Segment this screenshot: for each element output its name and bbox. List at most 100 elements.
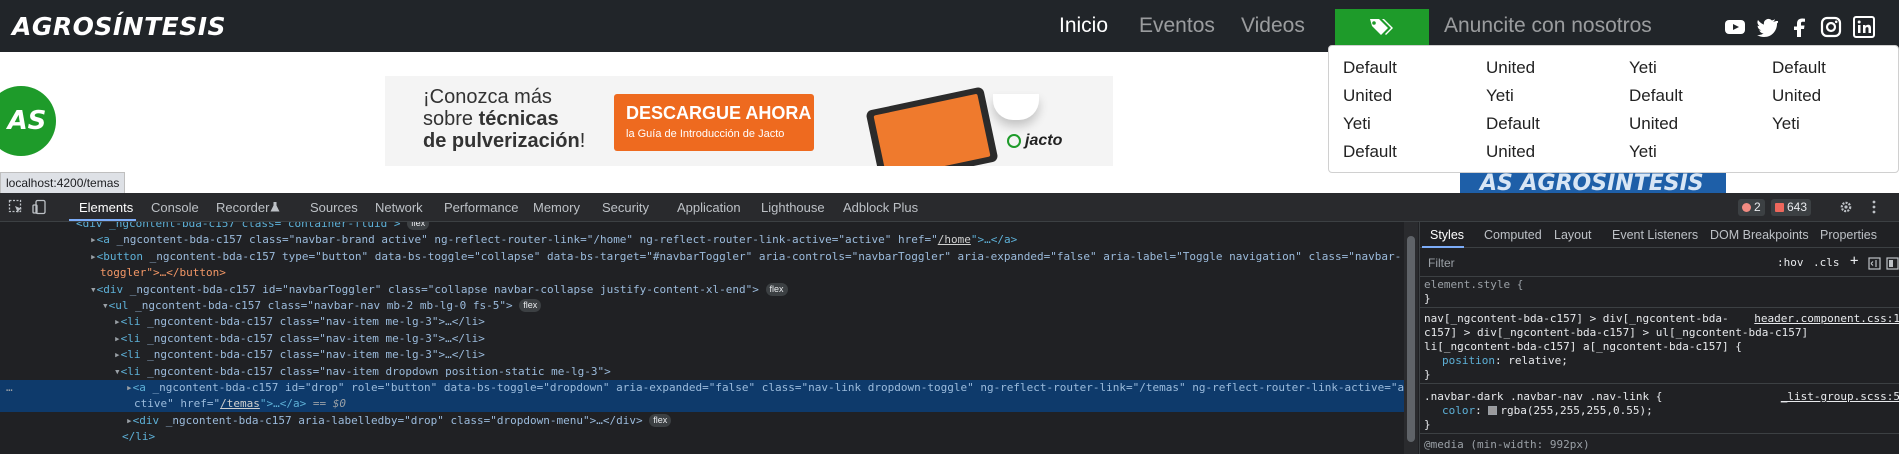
nav-link-eventos[interactable]: Eventos — [1139, 14, 1215, 38]
rule2-source-link[interactable]: _list-group.scss:5 — [1781, 390, 1899, 403]
elements-scrollbar[interactable] — [1404, 222, 1418, 454]
hover-state-toggle[interactable]: :hov — [1777, 256, 1804, 269]
styles-tabbar: Styles Computed Layout Event Listeners D… — [1420, 222, 1899, 248]
twitter-icon[interactable] — [1756, 16, 1778, 38]
instagram-icon[interactable] — [1820, 16, 1842, 38]
styles-tab-layout[interactable]: Layout — [1554, 228, 1592, 242]
inspect-element-icon[interactable] — [8, 199, 24, 215]
temas-dropdown-toggle[interactable] — [1335, 9, 1429, 45]
jacto-ad-banner[interactable]: ¡Conozca más sobre técnicas de pulveriza… — [385, 76, 1113, 166]
class-toggle[interactable]: .cls — [1813, 256, 1840, 269]
dom-row[interactable]: <div _ngcontent-bda-c157 class="containe… — [0, 222, 1404, 232]
dropdown-item[interactable]: Default — [1629, 86, 1683, 106]
coffee-cup-image — [993, 94, 1039, 120]
elements-dom-tree[interactable]: <div _ngcontent-bda-c157 class="containe… — [0, 222, 1404, 454]
devtools-tab-elements[interactable]: Elements — [79, 200, 133, 215]
rule1-selector-c[interactable]: li[_ngcontent-bda-c157] a[_ngcontent-bda… — [1424, 340, 1742, 353]
styles-pane: Styles Computed Layout Event Listeners D… — [1419, 222, 1899, 454]
dropdown-item[interactable]: Yeti — [1343, 114, 1371, 134]
dropdown-item[interactable]: United — [1629, 114, 1678, 134]
rule-divider — [1420, 307, 1899, 308]
styles-tab-dom-breakpoints[interactable]: DOM Breakpoints — [1710, 228, 1809, 242]
dom-row[interactable]: ▾<div _ngcontent-bda-c157 id="navbarTogg… — [0, 282, 1404, 298]
dropdown-item[interactable]: United — [1486, 142, 1535, 162]
styles-tab-computed[interactable]: Computed — [1484, 228, 1542, 242]
rule-close-brace: } — [1424, 418, 1431, 431]
more-options-icon[interactable] — [1866, 199, 1882, 215]
devtools-tabbar: Elements Console Recorder Sources Networ… — [0, 193, 1899, 222]
dom-row[interactable]: </li> — [0, 429, 1404, 445]
dropdown-item[interactable]: Default — [1486, 114, 1540, 134]
dropdown-item[interactable]: Default — [1772, 58, 1826, 78]
banner-line-2: sobre técnicas — [423, 108, 559, 130]
dropdown-item[interactable]: United — [1343, 86, 1392, 106]
rule1-declaration[interactable]: position: relative; — [1442, 354, 1568, 367]
link-status-url: localhost:4200/temas — [0, 172, 126, 194]
warning-count-badge[interactable]: 643 — [1771, 199, 1812, 216]
dom-row[interactable]: ▸<li _ngcontent-bda-c157 class="nav-item… — [0, 331, 1404, 347]
devtools-tab-console[interactable]: Console — [151, 200, 199, 215]
youtube-icon[interactable] — [1724, 16, 1746, 38]
dropdown-item[interactable]: Yeti — [1486, 86, 1514, 106]
dropdown-item[interactable]: United — [1772, 86, 1821, 106]
banner-line-3: de pulverización! — [423, 130, 586, 152]
devtools-tab-performance[interactable]: Performance — [444, 200, 518, 215]
scrollbar-thumb[interactable] — [1407, 236, 1415, 442]
rule2-selector[interactable]: .navbar-dark .navbar-nav .nav-link { — [1424, 390, 1662, 403]
new-rule-icon[interactable]: + — [1850, 253, 1858, 269]
nav-link-videos[interactable]: Videos — [1241, 14, 1305, 38]
styles-filter-input[interactable]: Filter — [1428, 256, 1455, 270]
rule-divider — [1420, 383, 1899, 384]
toggle-computed-sidebar-icon[interactable] — [1868, 257, 1881, 270]
banner-download-button[interactable]: DESCARGUE AHORA la Guía de Introducción … — [614, 94, 814, 151]
error-count-badge[interactable]: 2 — [1738, 199, 1765, 216]
devtools-panel: Elements Console Recorder Sources Networ… — [0, 193, 1899, 454]
dom-row[interactable]: ▾<li _ngcontent-bda-c157 class="nav-item… — [0, 364, 1404, 380]
error-icon — [1742, 203, 1751, 212]
rule1-source-link[interactable]: header.component.css:1 — [1754, 312, 1899, 325]
dropdown-item[interactable]: Default — [1343, 58, 1397, 78]
nav-link-anuncite[interactable]: Anuncite con nosotros — [1444, 14, 1652, 38]
styles-tab-event-listeners[interactable]: Event Listeners — [1612, 228, 1698, 242]
linkedin-icon[interactable] — [1853, 16, 1875, 38]
settings-gear-icon[interactable] — [1838, 199, 1854, 215]
dropdown-item[interactable]: Default — [1343, 142, 1397, 162]
dom-row[interactable]: ▾<ul _ngcontent-bda-c157 class="navbar-n… — [0, 298, 1404, 314]
devtools-tab-lighthouse[interactable]: Lighthouse — [761, 200, 825, 215]
styles-tab-styles[interactable]: Styles — [1430, 228, 1464, 242]
facebook-icon[interactable] — [1788, 16, 1810, 38]
flask-icon — [270, 202, 280, 212]
dom-row[interactable]: ▸<a _ngcontent-bda-c157 class="navbar-br… — [0, 232, 1404, 248]
site-logo-circle[interactable]: AS — [0, 86, 56, 156]
dropdown-item[interactable]: Yeti — [1629, 58, 1657, 78]
temas-dropdown-menu: Default United Yeti Default United Yeti … — [1328, 45, 1899, 173]
element-style-selector[interactable]: element.style { — [1424, 278, 1523, 291]
devtools-tab-adblock-plus[interactable]: Adblock Plus — [843, 200, 918, 215]
issue-flag-icon — [1775, 203, 1784, 212]
devtools-tab-memory[interactable]: Memory — [533, 200, 580, 215]
dom-row[interactable]: ▸<li _ngcontent-bda-c157 class="nav-item… — [0, 314, 1404, 330]
dom-row[interactable]: ▸<div _ngcontent-bda-c157 aria-labelledb… — [0, 413, 1404, 429]
styles-tab-properties[interactable]: Properties — [1820, 228, 1877, 242]
dropdown-item[interactable]: Yeti — [1772, 114, 1800, 134]
dropdown-item[interactable]: United — [1486, 58, 1535, 78]
brand-logo[interactable]: AGROSÍNTESIS — [12, 12, 226, 41]
rule-divider — [1420, 433, 1899, 434]
rule1-selector-b[interactable]: c157] > div[_ngcontent-bda-c157] > ul[_n… — [1424, 326, 1808, 339]
nav-link-inicio[interactable]: Inicio — [1059, 14, 1108, 38]
dom-row[interactable]: ▸<button _ngcontent-bda-c157 type="butto… — [0, 249, 1404, 265]
devtools-tab-security[interactable]: Security — [602, 200, 649, 215]
devtools-tab-application[interactable]: Application — [677, 200, 741, 215]
dom-row-selected-continuation: ctive" href="/temas">…</a> == $0 — [0, 396, 1404, 412]
devtools-tab-network[interactable]: Network — [375, 200, 423, 215]
rule1-selector-a[interactable]: nav[_ngcontent-bda-c157] > div[_ngconten… — [1424, 312, 1729, 325]
dom-row-selected[interactable]: … ▸<a _ngcontent-bda-c157 id="drop" role=… — [0, 380, 1404, 396]
dom-row[interactable]: ▸<li _ngcontent-bda-c157 class="nav-item… — [0, 347, 1404, 363]
devtools-tab-recorder[interactable]: Recorder — [216, 200, 269, 215]
color-format-icon[interactable] — [1886, 257, 1899, 270]
color-swatch[interactable] — [1488, 406, 1498, 415]
devtools-tab-sources[interactable]: Sources — [310, 200, 358, 215]
rule2-declaration[interactable]: color: rgba(255,255,255,0.55); — [1442, 404, 1653, 417]
dropdown-item[interactable]: Yeti — [1629, 142, 1657, 162]
device-toolbar-icon[interactable] — [32, 199, 48, 215]
